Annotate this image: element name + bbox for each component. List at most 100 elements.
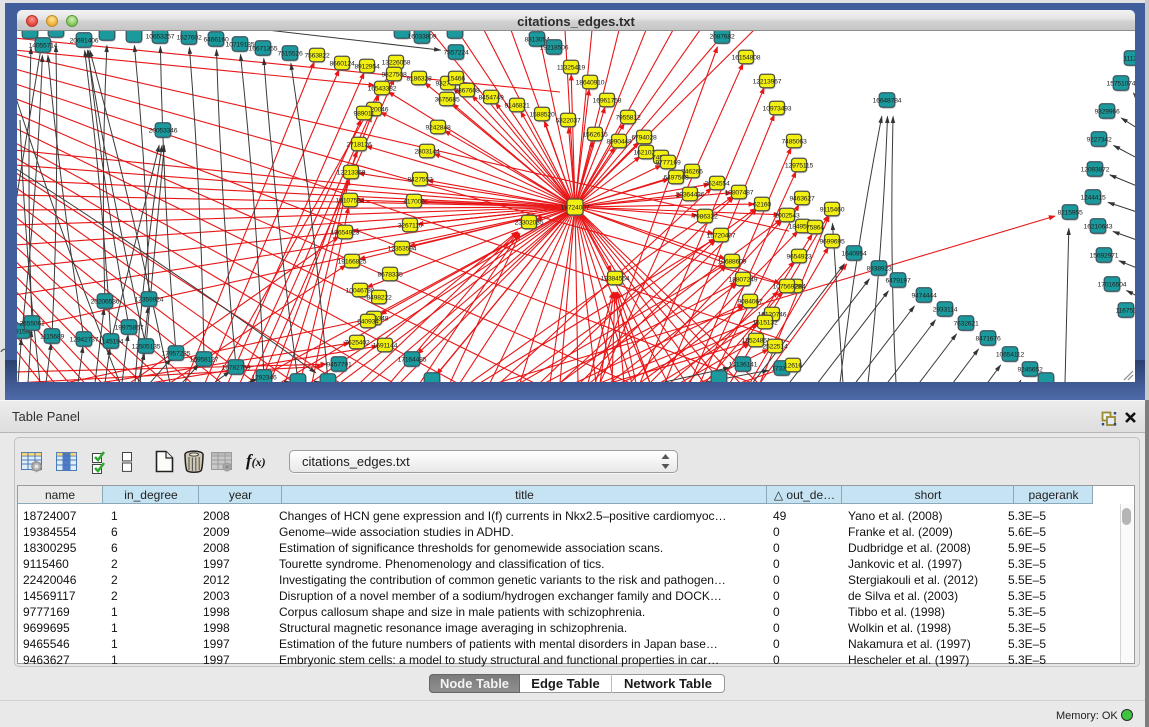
svg-text:12505135: 12505135 <box>132 343 161 350</box>
svg-text:8498222: 8498222 <box>366 294 391 301</box>
svg-text:9245652: 9245652 <box>1017 366 1042 373</box>
svg-text:11124: 11124 <box>1124 55 1135 62</box>
svg-text:7986322: 7986322 <box>692 213 717 220</box>
svg-text:8660124: 8660124 <box>329 60 354 67</box>
svg-text:9329966: 9329966 <box>1094 108 1119 115</box>
svg-text:6794028: 6794028 <box>631 134 656 141</box>
svg-text:9227342: 9227342 <box>1086 136 1111 143</box>
svg-text:8186328: 8186328 <box>406 75 431 82</box>
svg-text:12942737: 12942737 <box>70 336 99 343</box>
svg-text:19166825: 19166825 <box>338 258 367 265</box>
svg-text:19654923: 19654923 <box>331 229 360 236</box>
svg-text:7485063: 7485063 <box>781 138 806 145</box>
svg-text:20206536: 20206536 <box>91 298 120 305</box>
svg-text:1002543: 1002543 <box>774 212 799 219</box>
svg-text:5322037: 5322037 <box>555 117 580 124</box>
svg-text:17359924: 17359924 <box>135 296 164 303</box>
svg-text:6479197: 6479197 <box>885 277 910 284</box>
svg-text:10756928: 10756928 <box>773 283 802 290</box>
svg-text:18807249: 18807249 <box>729 276 758 283</box>
svg-text:17957225: 17957225 <box>162 350 191 357</box>
svg-text:16958127: 16958127 <box>190 356 219 363</box>
svg-text:10654112: 10654112 <box>996 351 1025 358</box>
svg-text:9457791: 9457791 <box>326 361 351 368</box>
svg-text:116753: 116753 <box>1116 307 1135 314</box>
svg-text:3624554: 3624554 <box>704 180 729 187</box>
svg-text:14055714: 14055714 <box>29 42 58 49</box>
svg-text:3675685: 3675685 <box>434 96 459 103</box>
svg-text:9654923: 9654923 <box>786 253 811 260</box>
svg-text:13226058: 13226058 <box>382 59 411 66</box>
svg-text:12093872: 12093872 <box>1081 166 1110 173</box>
svg-text:1588520: 1588520 <box>529 111 554 118</box>
svg-text:75864: 75864 <box>806 224 824 231</box>
svg-text:1527602: 1527602 <box>176 34 201 41</box>
svg-text:1292346: 1292346 <box>251 374 276 381</box>
svg-text:12975115: 12975115 <box>785 162 814 169</box>
svg-text:20053346: 20053346 <box>149 127 178 134</box>
svg-text:417006: 417006 <box>403 198 425 205</box>
svg-text:1244415: 1244415 <box>1080 194 1105 201</box>
svg-text:11325419: 11325419 <box>557 64 586 71</box>
svg-text:9115460: 9115460 <box>820 206 845 213</box>
svg-text:14136141: 14136141 <box>729 361 758 368</box>
svg-text:16782759: 16782759 <box>222 364 251 371</box>
svg-text:20691406: 20691406 <box>70 37 99 44</box>
svg-text:15751074: 15751074 <box>1107 80 1135 87</box>
svg-text:1562615: 1562615 <box>582 131 607 138</box>
svg-text:7625402: 7625402 <box>344 339 369 346</box>
svg-text:12353594: 12353594 <box>388 245 417 252</box>
svg-text:2655061: 2655061 <box>19 320 44 327</box>
svg-text:16154808: 16154808 <box>732 54 761 61</box>
svg-text:19218506: 19218506 <box>540 44 569 51</box>
svg-text:9084067: 9084067 <box>737 298 762 305</box>
svg-text:12213967: 12213967 <box>753 78 782 85</box>
svg-text:19975867: 19975867 <box>115 324 144 331</box>
svg-text:10688609: 10688609 <box>718 258 747 265</box>
svg-text:10973493: 10973493 <box>763 105 792 112</box>
svg-text:8938923: 8938923 <box>866 265 891 272</box>
svg-text:15466: 15466 <box>447 75 465 82</box>
svg-text:9474444: 9474444 <box>911 292 936 299</box>
svg-text:8215955: 8215955 <box>1057 209 1082 216</box>
svg-text:10046788: 10046788 <box>346 287 375 294</box>
svg-text:16033809: 16033809 <box>408 33 437 40</box>
svg-text:18724007: 18724007 <box>561 204 590 211</box>
svg-text:20364436: 20364436 <box>676 191 705 198</box>
svg-text:9777169: 9777169 <box>655 159 680 166</box>
svg-text:12213369: 12213369 <box>337 169 366 176</box>
svg-text:1640954: 1640954 <box>841 250 866 257</box>
svg-text:8454749: 8454749 <box>478 94 503 101</box>
svg-text:17016504: 17016504 <box>1098 281 1127 288</box>
svg-text:989011: 989011 <box>354 110 375 117</box>
svg-text:23302035: 23302035 <box>515 219 544 226</box>
svg-text:1691144: 1691144 <box>373 342 398 349</box>
svg-text:12616: 12616 <box>784 362 802 369</box>
svg-text:15692971: 15692971 <box>1090 252 1119 259</box>
svg-text:10653257: 10653257 <box>146 33 175 40</box>
svg-text:16648784: 16648784 <box>873 97 902 104</box>
svg-text:2867608: 2867608 <box>454 87 479 94</box>
svg-text:1115689: 1115689 <box>40 333 64 340</box>
svg-text:16210643: 16210643 <box>1084 223 1113 230</box>
svg-text:2803144: 2803144 <box>414 148 439 155</box>
svg-text:9146821: 9146821 <box>504 102 529 109</box>
svg-text:6497568: 6497568 <box>663 174 688 181</box>
svg-text:62160: 62160 <box>753 201 771 208</box>
svg-text:2087682: 2087682 <box>709 33 734 40</box>
svg-text:7515526: 7515526 <box>277 50 302 57</box>
svg-text:1145194: 1145194 <box>99 338 124 345</box>
svg-text:640934: 640934 <box>357 318 379 325</box>
svg-text:9242848: 9242848 <box>425 124 450 131</box>
svg-text:16543382: 16543382 <box>368 85 397 92</box>
svg-text:15720407: 15720407 <box>707 232 736 239</box>
svg-text:19384554: 19384554 <box>601 275 630 282</box>
svg-text:2718126: 2718126 <box>346 141 371 148</box>
svg-text:17164485: 17164485 <box>398 356 427 363</box>
svg-text:9699695: 9699695 <box>819 238 844 245</box>
svg-text:1615132: 1615132 <box>752 319 777 326</box>
svg-text:9463627: 9463627 <box>789 195 814 202</box>
svg-text:16671355: 16671355 <box>249 45 278 52</box>
svg-text:18640910: 18640910 <box>576 79 605 86</box>
svg-text:8471676: 8471676 <box>975 335 1000 342</box>
